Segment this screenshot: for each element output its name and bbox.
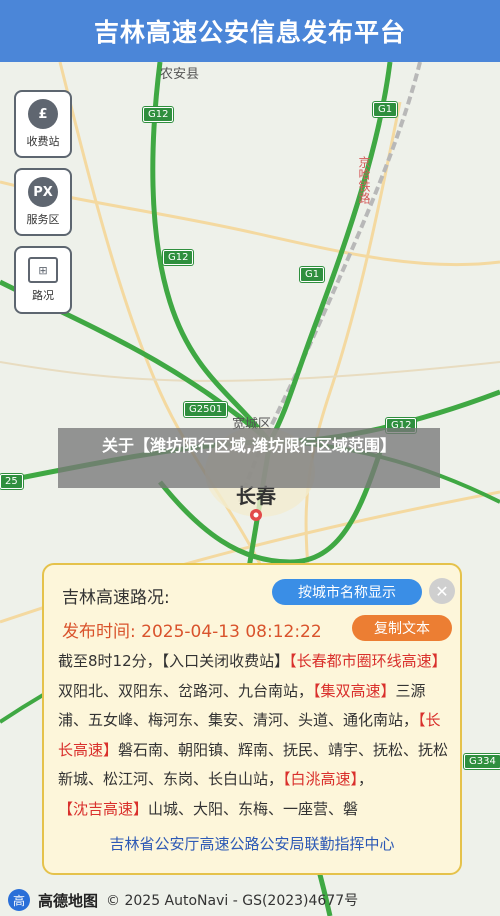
place-label: 农安县 xyxy=(160,67,200,82)
road-badge: G12 xyxy=(143,107,174,122)
traffic-label: 路况 xyxy=(32,289,54,302)
toll-booth-icon: £ xyxy=(28,99,58,129)
road-badge: G2501 xyxy=(184,402,228,417)
traffic-icon: ⊞ xyxy=(28,257,58,283)
traffic-button[interactable]: ⊞ 路况 xyxy=(14,246,72,314)
highway-name: 【白洮高速】 xyxy=(283,770,359,788)
railway-label: 京哈铁路 xyxy=(357,156,371,204)
show-by-city-button[interactable]: 按城市名称显示 xyxy=(272,579,422,605)
publish-time: 发布时间: 2025-04-13 08:12:22 xyxy=(62,622,322,642)
panel-footer: 吉林省公安厅高速公路公安局联勤指挥中心 xyxy=(109,835,395,853)
article-title-overlay: 关于【潍坊限行区域,潍坊限行区域范围】 xyxy=(58,428,440,488)
road-badge: G12 xyxy=(163,250,194,265)
close-icon[interactable]: ✕ xyxy=(429,578,455,604)
station-list: ， xyxy=(358,770,374,788)
highway-name: 【沈吉高速】 xyxy=(58,799,149,818)
service-area-label: 服务区 xyxy=(26,213,60,226)
article-title: 关于【潍坊限行区域,潍坊限行区域范围】 xyxy=(101,436,397,455)
map-copyright: © 2025 AutoNavi - GS(2023)4677号 xyxy=(106,893,359,909)
road-badge: 25 xyxy=(0,474,23,489)
toll-booth-label: 收费站 xyxy=(26,135,60,148)
highway-name: 【集双高速】 xyxy=(313,681,396,700)
copy-text-button[interactable]: 复制文本 xyxy=(352,615,452,641)
station-list: 山城、大阳、东梅、一座营、磐 xyxy=(148,799,359,818)
station-list: 双阳北、双阳东、岔路河、九台南站， xyxy=(58,681,314,700)
amap-brand: 高德地图 xyxy=(38,891,99,910)
traffic-info-panel: 吉林高速路况: 按城市名称显示 ✕ 发布时间: 2025-04-13 08:12… xyxy=(42,563,462,875)
toll-booth-button[interactable]: £ 收费站 xyxy=(14,90,72,158)
panel-heading: 吉林高速路况: xyxy=(62,588,170,608)
page-title: 吉林高速公安信息发布平台 xyxy=(93,18,406,47)
road-badge: G334 xyxy=(464,754,500,769)
service-area-icon: PX xyxy=(28,177,58,207)
road-badge: G1 xyxy=(300,267,325,282)
road-badge: G1 xyxy=(373,102,398,117)
app-header: 吉林高速公安信息发布平台 xyxy=(0,0,500,62)
map-attribution: 高 高德地图 © 2025 AutoNavi - GS(2023)4677号 xyxy=(0,884,500,916)
service-area-button[interactable]: PX 服务区 xyxy=(14,168,72,236)
notice-intro: 截至8时12分，【入口关闭收费站】 xyxy=(58,652,290,670)
traffic-notice-text: 截至8时12分，【入口关闭收费站】【长春都市圈环线高速】双阳北、双阳东、岔路河、… xyxy=(58,647,452,825)
highway-name: 【长春都市圈环线高速】 xyxy=(289,652,447,670)
amap-logo-icon: 高 xyxy=(8,889,30,911)
